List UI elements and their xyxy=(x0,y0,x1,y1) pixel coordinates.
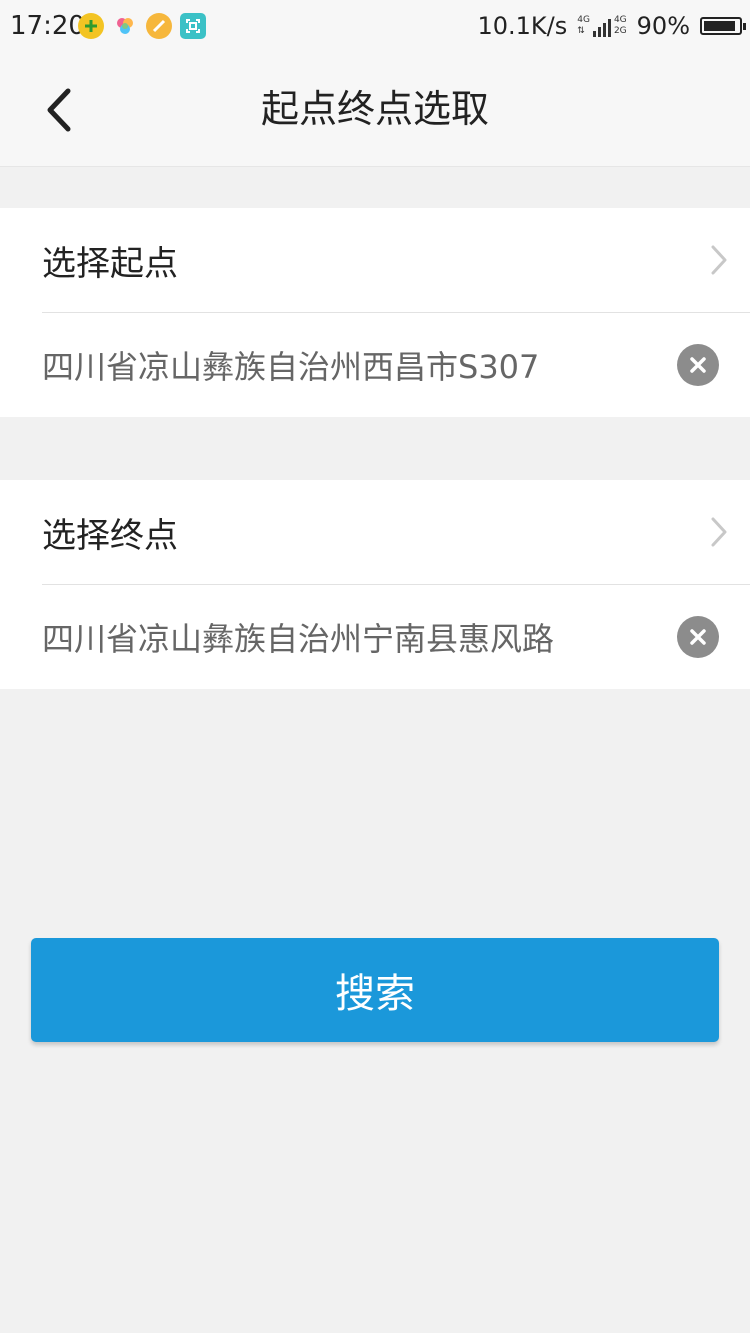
status-bar: 17:20 10.1K/s 4G ⇅ 4G 2G 90% xyxy=(0,0,750,54)
clear-start-button[interactable] xyxy=(677,344,719,386)
data-arrows-icon: ⇅ xyxy=(577,26,585,36)
chevron-right-icon xyxy=(708,515,730,549)
start-value-row: 四川省凉山彝族自治州西昌市S307 xyxy=(0,313,750,417)
paint-icon xyxy=(146,13,172,39)
signal-icon xyxy=(592,15,611,37)
start-point-card: 选择起点 四川省凉山彝族自治州西昌市S307 xyxy=(0,208,750,417)
select-end-row[interactable]: 选择终点 xyxy=(0,480,750,584)
app-header: 起点终点选取 xyxy=(0,54,750,167)
close-icon xyxy=(690,629,706,645)
signal-group: 4G ⇅ 4G 2G xyxy=(577,15,627,37)
notification-icons xyxy=(78,13,206,39)
end-location-text: 四川省凉山彝族自治州宁南县惠风路 xyxy=(42,620,555,658)
net-type-bottom-label: 2G xyxy=(613,26,627,36)
plus-circle-icon xyxy=(78,13,104,39)
network-type-left: 4G ⇅ xyxy=(577,15,590,37)
status-time: 17:20 xyxy=(10,11,85,41)
start-location-text: 四川省凉山彝族自治州西昌市S307 xyxy=(42,348,540,386)
select-start-label: 选择起点 xyxy=(42,243,178,284)
network-type-right: 4G 2G xyxy=(614,15,627,37)
page-title: 起点终点选取 xyxy=(260,87,489,131)
battery-fill xyxy=(704,21,735,31)
select-start-row[interactable]: 选择起点 xyxy=(0,208,750,312)
pinwheel-icon xyxy=(112,13,138,39)
net-type-left-label: 4G xyxy=(577,15,590,25)
chevron-right-icon xyxy=(708,243,730,277)
battery-icon xyxy=(700,17,746,35)
status-right: 10.1K/s 4G ⇅ 4G 2G 90% xyxy=(477,9,746,43)
clear-end-button[interactable] xyxy=(677,616,719,658)
scan-icon xyxy=(180,13,206,39)
end-point-card: 选择终点 四川省凉山彝族自治州宁南县惠风路 xyxy=(0,480,750,689)
network-speed: 10.1K/s xyxy=(477,12,568,40)
search-button[interactable]: 搜索 xyxy=(31,938,719,1042)
close-icon xyxy=(690,357,706,373)
battery-percent: 90% xyxy=(636,12,690,40)
end-value-row: 四川省凉山彝族自治州宁南县惠风路 xyxy=(0,585,750,689)
net-type-top-label: 4G xyxy=(613,15,627,25)
select-end-label: 选择终点 xyxy=(42,515,178,556)
